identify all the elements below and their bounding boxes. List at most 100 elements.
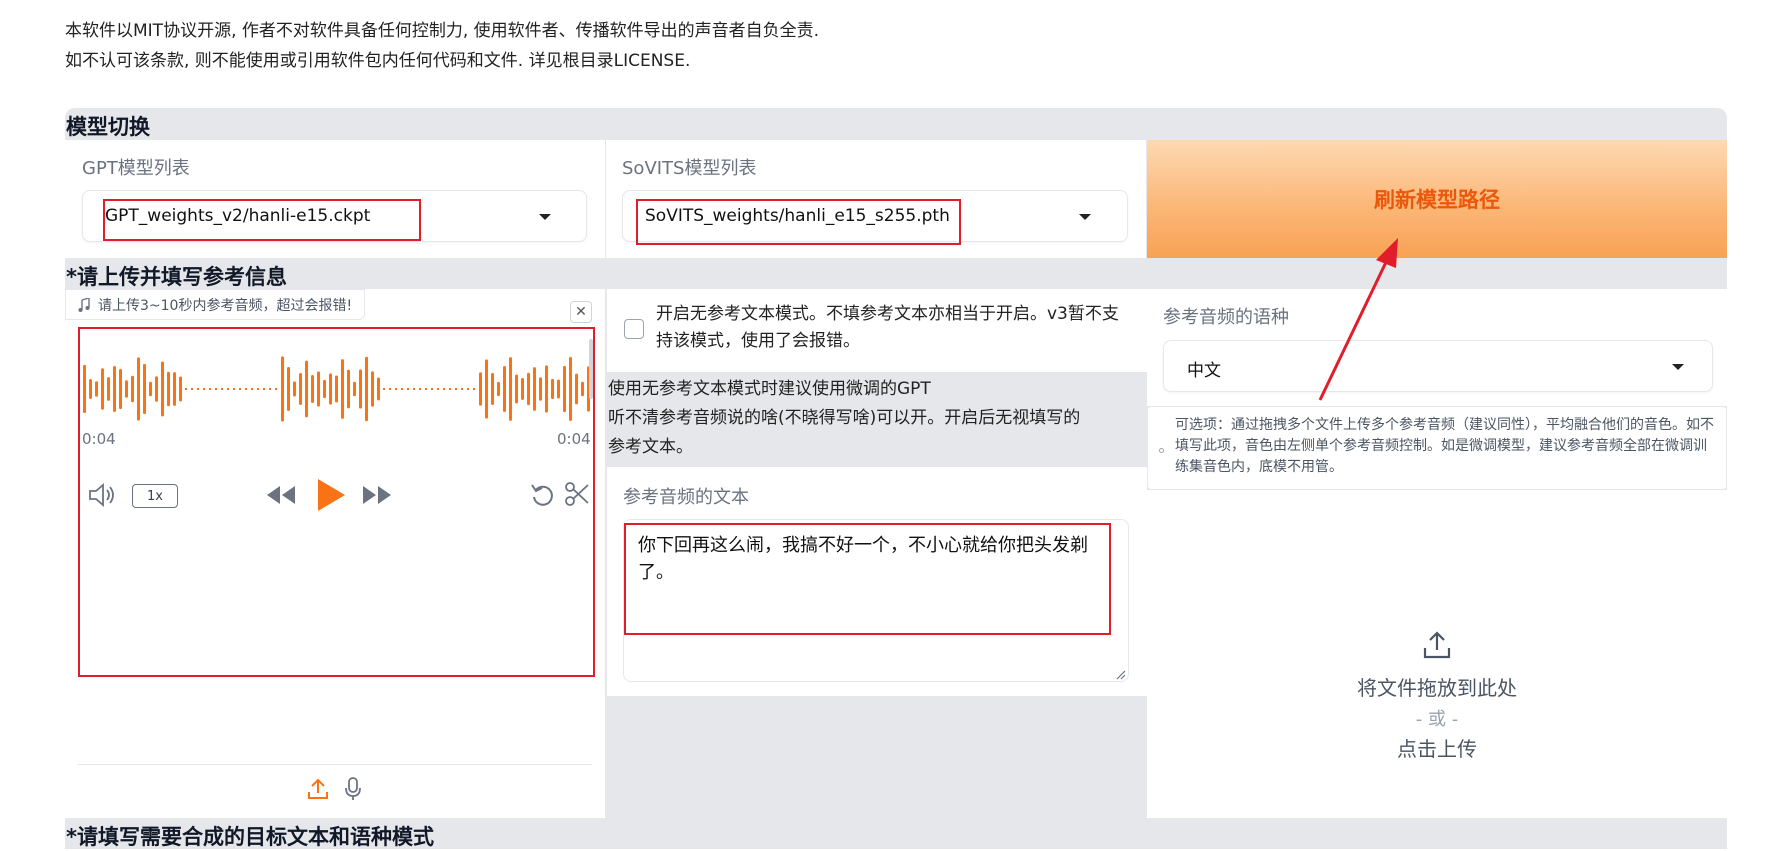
waveform-bar [161, 361, 164, 417]
waveform-bar [125, 380, 128, 398]
waveform-dot [215, 388, 217, 390]
ref-text-panel: 参考音频的文本 你下回再这么闹，我搞不好一个，不小心就给你把头发剃了。 [607, 467, 1147, 696]
waveform-bar [329, 373, 332, 405]
waveform-bar [155, 376, 158, 402]
rewind-icon[interactable] [265, 484, 297, 506]
waveform-bar [539, 377, 542, 401]
waveform-dot [443, 388, 445, 390]
waveform-bar [569, 357, 572, 421]
waveform-dot [197, 388, 199, 390]
waveform-bar [497, 381, 500, 397]
waveform-dot [263, 388, 265, 390]
waveform-bar [83, 364, 86, 414]
waveform-dot [455, 388, 457, 390]
waveform-bar [107, 377, 110, 401]
waveform-dot [419, 388, 421, 390]
multi-ref-upload-area[interactable]: 将文件拖放到此处 - 或 - 点击上传 [1147, 490, 1727, 818]
waveform-dot [473, 388, 475, 390]
waveform-dot [257, 388, 259, 390]
ref-text-label: 参考音频的文本 [623, 487, 749, 508]
waveform-bar [341, 359, 344, 419]
ref-lang-panel: 参考音频的语种 中文 [1147, 289, 1727, 406]
multi-ref-hint-text: 可选项：通过拖拽多个文件上传多个参考音频（建议同性），平均融合他们的音色。如不填… [1175, 417, 1714, 475]
waveform-bar [113, 365, 116, 413]
waveform-bar [527, 372, 530, 406]
audio-label-tag: 请上传3~10秒内参考音频，超过会报错! [65, 289, 366, 320]
waveform-dot [185, 388, 187, 390]
waveform-dot [431, 388, 433, 390]
waveform-dot [407, 388, 409, 390]
bullet-icon [1159, 448, 1164, 453]
fast-forward-icon[interactable] [361, 484, 393, 506]
close-icon: ✕ [575, 304, 587, 320]
ref-lang-dropdown[interactable]: 中文 [1163, 340, 1713, 392]
waveform-dot [425, 388, 427, 390]
waveform[interactable] [81, 334, 593, 444]
waveform-bar [293, 381, 296, 397]
waveform-bar [515, 374, 518, 404]
chevron-down-icon [1672, 364, 1684, 370]
waveform-bar [173, 372, 176, 406]
waveform-bar [533, 367, 536, 411]
reference-section-title: *请上传并填写参考信息 [66, 265, 287, 289]
chevron-down-icon [1079, 214, 1091, 220]
waveform-bar [167, 371, 170, 407]
upload-icon[interactable] [307, 778, 329, 800]
waveform-dot [203, 388, 205, 390]
waveform-dot [251, 388, 253, 390]
audio-label-text: 请上传3~10秒内参考音频，超过会报错! [98, 297, 353, 314]
waveform-dot [467, 388, 469, 390]
highlight-box [636, 199, 961, 245]
waveform-dot [227, 388, 229, 390]
time-duration: 0:04 [557, 430, 591, 448]
waveform-bar [287, 367, 290, 411]
divider [78, 764, 592, 765]
reference-audio-panel: 请上传3~10秒内参考音频，超过会报错! ✕ 0:04 0:04 1x [65, 289, 606, 818]
waveform-dot [239, 388, 241, 390]
model-switch-title: 模型切换 [66, 115, 150, 139]
target-section-title: *请填写需要合成的目标文本和语种模式 [66, 825, 434, 849]
no-ref-text-info: 使用无参考文本模式时建议使用微调的GPT 听不清参考音频说的啥(不晓得写啥)可以… [607, 372, 1147, 467]
upload-icon [1423, 631, 1451, 659]
no-ref-text-label: 开启无参考文本模式。不填参考文本亦相当于开启。v3暂不支持该模式，使用了会报错。 [656, 304, 1119, 351]
waveform-bar [485, 359, 488, 419]
ref-lang-value: 中文 [1187, 361, 1221, 381]
waveform-bar [317, 371, 320, 407]
gpt-model-panel: GPT模型列表 GPT_weights_v2/hanli-e15.ckpt [65, 140, 605, 258]
waveform-dot [209, 388, 211, 390]
annotation-arrow [1318, 238, 1398, 401]
playback-speed-button[interactable]: 1x [132, 484, 178, 508]
waveform-dot [449, 388, 451, 390]
clear-audio-button[interactable]: ✕ [570, 301, 592, 323]
waveform-dot [401, 388, 403, 390]
trim-scissors-icon[interactable] [564, 481, 590, 507]
waveform-bar [371, 371, 374, 407]
info-line-1: 使用无参考文本模式时建议使用微调的GPT [608, 379, 931, 399]
waveform-bar [101, 368, 104, 410]
volume-icon[interactable] [88, 482, 118, 508]
waveform-bar [479, 372, 482, 406]
waveform-bar [557, 379, 560, 399]
waveform-bar [545, 365, 548, 413]
refresh-model-path-button[interactable]: 刷新模型路径 [1147, 140, 1727, 258]
waveform-dot [191, 388, 193, 390]
ref-lang-label: 参考音频的语种 [1163, 307, 1289, 328]
undo-icon[interactable] [530, 482, 556, 508]
resize-handle-icon[interactable] [1116, 670, 1126, 680]
chevron-down-icon [539, 214, 551, 220]
play-icon[interactable] [316, 478, 346, 512]
upload-click-text: 点击上传 [1397, 737, 1477, 761]
waveform-bar [299, 372, 302, 406]
waveform-dot [437, 388, 439, 390]
waveform-dot [389, 388, 391, 390]
scrollbar[interactable] [589, 339, 593, 399]
waveform-bar [131, 375, 134, 403]
no-ref-text-checkbox[interactable] [624, 319, 644, 339]
waveform-bar [119, 368, 122, 410]
waveform-bar [491, 373, 494, 405]
waveform-bar [353, 381, 356, 397]
microphone-icon[interactable] [344, 777, 362, 801]
gpt-model-label: GPT模型列表 [82, 158, 190, 179]
waveform-dot [461, 388, 463, 390]
waveform-bar [503, 365, 506, 413]
